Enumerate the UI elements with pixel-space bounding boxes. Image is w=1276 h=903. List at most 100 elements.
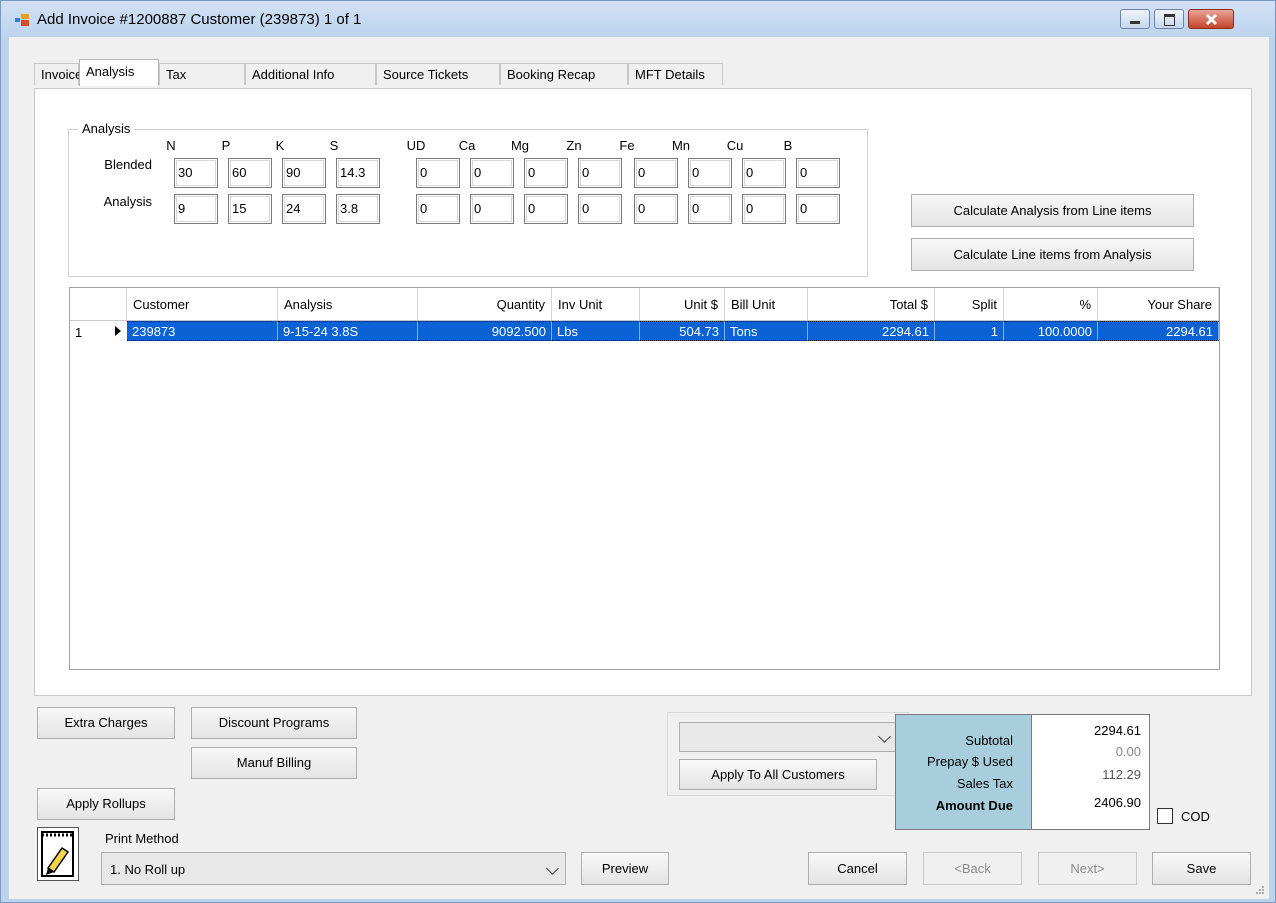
cell-split[interactable]: 1 <box>935 321 1004 341</box>
maximize-icon <box>1164 14 1175 26</box>
discount-programs-button[interactable]: Discount Programs <box>191 707 357 739</box>
window-title: Add Invoice #1200887 Customer (239873) 1… <box>37 11 362 28</box>
header-zn: Zn <box>566 138 582 153</box>
blended-mg-input[interactable]: 0 <box>524 158 568 188</box>
line-items-grid: Customer Analysis Quantity Inv Unit Unit… <box>69 287 1220 670</box>
cell-bill-unit[interactable]: Tons <box>725 321 808 341</box>
analysis-cu-input[interactable]: 0 <box>742 194 786 224</box>
next-button[interactable]: Next> <box>1038 852 1137 885</box>
grid-header: Customer Analysis Quantity Inv Unit Unit… <box>70 288 1219 321</box>
extra-charges-button[interactable]: Extra Charges <box>37 707 175 739</box>
totals-labels: Subtotal Prepay $ Used Sales Tax Amount … <box>896 715 1032 829</box>
cell-your-share[interactable]: 2294.61 <box>1098 321 1219 341</box>
resize-grip-icon[interactable] <box>1255 885 1265 895</box>
analysis-ca-input[interactable]: 0 <box>470 194 514 224</box>
row-pointer-icon <box>115 326 121 336</box>
col-analysis[interactable]: Analysis <box>278 288 418 320</box>
print-settings-button[interactable] <box>37 827 79 881</box>
cancel-button[interactable]: Cancel <box>808 852 907 885</box>
blended-fe-input[interactable]: 0 <box>634 158 678 188</box>
cell-analysis[interactable]: 9-15-24 3.8S <box>278 321 418 341</box>
analysis-k-input[interactable]: 24 <box>282 194 326 224</box>
analysis-groupbox: Analysis N P K S UD Ca Mg Zn Fe Mn Cu B … <box>68 121 868 277</box>
blended-n-input[interactable]: 30 <box>174 158 218 188</box>
maximize-button[interactable] <box>1154 9 1184 29</box>
col-inv-unit[interactable]: Inv Unit <box>552 288 640 320</box>
analysis-p-input[interactable]: 15 <box>228 194 272 224</box>
blended-p-input[interactable]: 60 <box>228 158 272 188</box>
print-method-value: 1. No Roll up <box>110 862 186 877</box>
notepad-icon <box>41 831 74 877</box>
minimize-button[interactable] <box>1120 9 1150 29</box>
blended-mn-input[interactable]: 0 <box>688 158 732 188</box>
prepay-value: 0.00 <box>1115 744 1141 759</box>
manuf-billing-button[interactable]: Manuf Billing <box>191 747 357 779</box>
close-button[interactable] <box>1188 9 1234 29</box>
cod-label: COD <box>1181 809 1210 824</box>
blended-ca-input[interactable]: 0 <box>470 158 514 188</box>
dialog-client: Invoice Analysis Tax Additional Info Sou… <box>9 37 1269 899</box>
header-s: S <box>329 138 339 153</box>
calc-line-items-button[interactable]: Calculate Line items from Analysis <box>911 238 1194 271</box>
chevron-down-icon <box>878 730 891 743</box>
col-your-share[interactable]: Your Share <box>1098 288 1219 320</box>
tab-invoice[interactable]: Invoice <box>34 63 82 85</box>
apply-customers-group: Apply To All Customers <box>667 712 909 796</box>
apply-to-all-customers-button[interactable]: Apply To All Customers <box>679 759 877 790</box>
blended-cu-input[interactable]: 0 <box>742 158 786 188</box>
sales-tax-label: Sales Tax <box>956 776 1013 791</box>
blended-ud-input[interactable]: 0 <box>416 158 460 188</box>
col-pct[interactable]: % <box>1004 288 1098 320</box>
tab-mft-details[interactable]: MFT Details <box>628 63 723 85</box>
calc-analysis-button[interactable]: Calculate Analysis from Line items <box>911 194 1194 227</box>
apply-rollups-button[interactable]: Apply Rollups <box>37 788 175 820</box>
header-fe: Fe <box>619 138 635 153</box>
tab-analysis[interactable]: Analysis <box>79 59 159 86</box>
analysis-s-input[interactable]: 3.8 <box>336 194 380 224</box>
col-split[interactable]: Split <box>935 288 1004 320</box>
sales-tax-value: 112.29 <box>1102 767 1141 782</box>
col-quantity[interactable]: Quantity <box>418 288 552 320</box>
cell-total[interactable]: 2294.61 <box>808 321 935 341</box>
header-cu: Cu <box>726 138 744 153</box>
col-customer[interactable]: Customer <box>127 288 278 320</box>
invoice-window: Add Invoice #1200887 Customer (239873) 1… <box>0 0 1276 903</box>
cell-inv-unit[interactable]: Lbs <box>552 321 640 341</box>
analysis-tab-panel: Analysis N P K S UD Ca Mg Zn Fe Mn Cu B … <box>34 88 1252 696</box>
apply-customers-combo[interactable] <box>679 722 898 752</box>
save-button[interactable]: Save <box>1152 852 1251 885</box>
tab-additional-info[interactable]: Additional Info <box>245 63 376 85</box>
col-unit-price[interactable]: Unit $ <box>640 288 725 320</box>
analysis-n-input[interactable]: 9 <box>174 194 218 224</box>
cod-checkbox[interactable] <box>1157 808 1173 824</box>
blended-k-input[interactable]: 90 <box>282 158 326 188</box>
analysis-mn-input[interactable]: 0 <box>688 194 732 224</box>
tab-source-tickets[interactable]: Source Tickets <box>376 63 500 85</box>
table-row[interactable]: 1 239873 9-15-24 3.8S 9092.500 Lbs 504.7… <box>70 321 1219 341</box>
header-ud: UD <box>406 138 426 153</box>
print-method-select[interactable]: 1. No Roll up <box>101 852 566 885</box>
back-button[interactable]: <Back <box>923 852 1022 885</box>
row-number: 1 <box>75 325 83 340</box>
col-total[interactable]: Total $ <box>808 288 935 320</box>
chevron-down-icon <box>546 862 559 875</box>
blended-s-input[interactable]: 14.3 <box>336 158 380 188</box>
blended-b-input[interactable]: 0 <box>796 158 840 188</box>
cell-customer[interactable]: 239873 <box>127 321 278 341</box>
col-bill-unit[interactable]: Bill Unit <box>725 288 808 320</box>
preview-button[interactable]: Preview <box>581 852 669 885</box>
header-b: B <box>783 138 793 153</box>
analysis-ud-input[interactable]: 0 <box>416 194 460 224</box>
header-n: N <box>166 138 176 153</box>
tab-booking-recap[interactable]: Booking Recap <box>500 63 628 85</box>
cell-pct[interactable]: 100.0000 <box>1004 321 1098 341</box>
cell-quantity[interactable]: 9092.500 <box>418 321 552 341</box>
analysis-mg-input[interactable]: 0 <box>524 194 568 224</box>
analysis-b-input[interactable]: 0 <box>796 194 840 224</box>
blended-zn-input[interactable]: 0 <box>578 158 622 188</box>
analysis-fe-input[interactable]: 0 <box>634 194 678 224</box>
analysis-zn-input[interactable]: 0 <box>578 194 622 224</box>
tab-tax[interactable]: Tax <box>159 63 245 85</box>
title-bar[interactable]: Add Invoice #1200887 Customer (239873) 1… <box>1 1 1275 37</box>
cell-unit-price[interactable]: 504.73 <box>640 321 725 341</box>
